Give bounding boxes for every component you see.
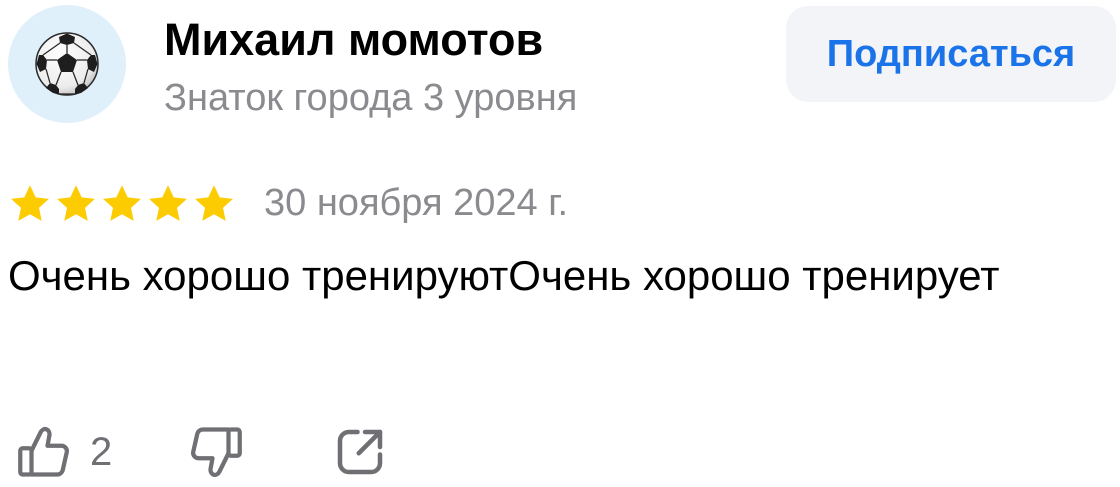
author-level: Знаток города 3 уровня: [164, 77, 578, 119]
thumbs-up-icon: [18, 426, 69, 477]
star-icon: [149, 185, 187, 221]
rating-stars: [8, 182, 236, 226]
star-icon: [11, 185, 49, 221]
star-icon: [103, 185, 141, 221]
soccer-ball-icon: [35, 32, 99, 96]
thumbs-down-icon: [191, 427, 242, 478]
like-button[interactable]: 2: [14, 422, 112, 482]
star-icon: [195, 185, 233, 221]
share-button[interactable]: [330, 422, 390, 482]
share-icon: [337, 429, 383, 475]
review-card: Михаил момотов Знаток города 3 уровня По…: [0, 0, 1120, 487]
review-date: 30 ноября 2024 г.: [264, 182, 568, 224]
dislike-button[interactable]: [186, 422, 246, 482]
author-name[interactable]: Михаил момотов: [164, 14, 543, 66]
subscribe-button[interactable]: Подписаться: [786, 6, 1116, 102]
review-text: Очень хорошо тренируютОчень хорошо трени…: [8, 252, 1000, 299]
avatar[interactable]: [8, 5, 126, 123]
star-icon: [57, 185, 95, 221]
like-count: 2: [90, 430, 113, 474]
